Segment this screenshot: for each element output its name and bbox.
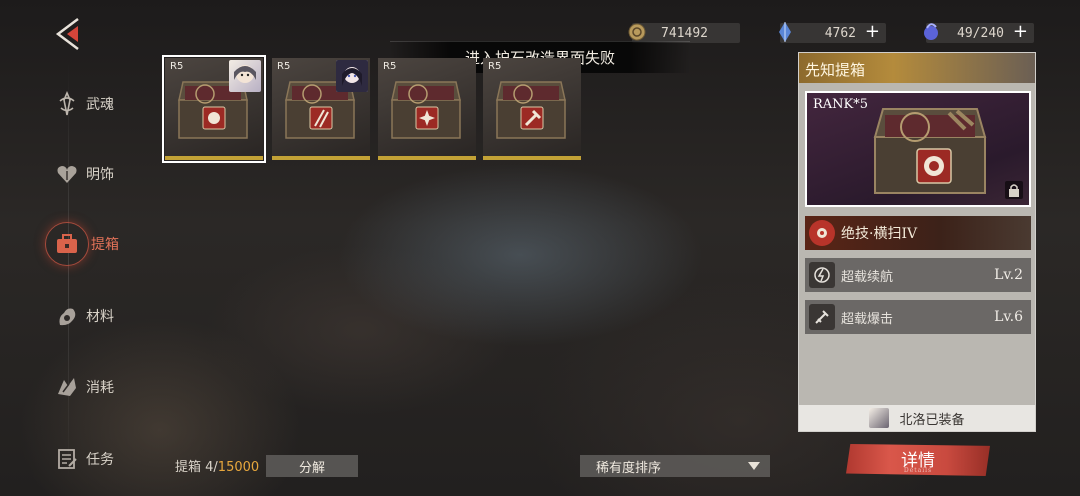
skill-name: 超载爆击 <box>841 311 894 327</box>
chest-detail-panel: 先知提箱 RANK*5 绝技·横扫IV 超载续航 Lv.2 超载爆击 Lv.6 … <box>798 52 1036 432</box>
chest-card[interactable]: R5 <box>483 58 581 160</box>
equipped-character-avatar <box>869 408 890 428</box>
skill-level: Lv.6 <box>994 309 1023 325</box>
add-stamina-button[interactable]: + <box>1013 21 1028 42</box>
nav-item-warsoul[interactable]: 武魂 <box>50 82 140 126</box>
sort-dropdown[interactable]: 稀有度排序 <box>580 455 770 477</box>
nav-label: 任务 <box>86 452 114 468</box>
case-count-max: 15000 <box>217 460 260 475</box>
equipped-character-avatar <box>229 60 261 92</box>
chest-rank: R5 <box>488 61 502 72</box>
case-icon <box>45 222 89 266</box>
lock-icon[interactable] <box>1005 181 1023 199</box>
case-count-label: 提箱 4/ <box>175 460 218 475</box>
main-skill-row[interactable]: 绝技·横扫IV <box>805 216 1031 250</box>
skill-name: 超载续航 <box>841 269 894 285</box>
equipped-character-avatar <box>336 60 368 92</box>
stamina-counter: 49/240 + <box>924 21 1034 43</box>
crystal-icon <box>772 19 798 45</box>
equipped-label: 北洛已装备 <box>899 412 965 428</box>
equipped-status: 北洛已装备 <box>799 405 1035 431</box>
stamina-icon <box>918 19 944 45</box>
decompose-button[interactable]: 分解 <box>266 455 358 477</box>
back-arrow-icon <box>55 18 79 50</box>
chest-rank: R5 <box>170 61 184 72</box>
nav-item-case[interactable]: 提箱 <box>45 222 140 266</box>
heart-ornament-icon <box>50 157 84 191</box>
detail-chest-image: RANK*5 <box>805 91 1031 207</box>
nav-label: 武魂 <box>86 97 114 113</box>
nav-item-ornament[interactable]: 明饰 <box>50 152 140 196</box>
fist-icon <box>809 220 835 246</box>
chest-card[interactable]: R5 <box>378 58 476 160</box>
chest-rank: R5 <box>277 61 291 72</box>
nav-label: 提箱 <box>91 237 119 253</box>
gold-counter: 741492 <box>628 23 740 43</box>
nav-item-task[interactable]: 任务 <box>50 437 140 481</box>
nav-label: 明饰 <box>86 167 114 183</box>
chest-image <box>496 81 566 139</box>
skill-row[interactable]: 超载爆击 Lv.6 <box>805 300 1031 334</box>
skill-level: Lv.2 <box>994 267 1023 283</box>
detail-rank: RANK*5 <box>813 97 869 112</box>
endurance-skill-icon <box>809 262 835 288</box>
details-sublabel: Details <box>903 467 933 474</box>
burst-skill-icon <box>809 304 835 330</box>
nav-label: 材料 <box>86 309 114 325</box>
chevron-down-icon <box>748 462 760 470</box>
material-icon <box>50 299 84 333</box>
chest-image <box>873 108 987 194</box>
warsoul-icon <box>50 87 84 121</box>
chest-image <box>391 81 461 139</box>
gold-value: 741492 <box>661 25 708 41</box>
details-button[interactable]: 详情 Details <box>846 444 990 476</box>
case-count: 提箱 4/15000 <box>175 456 259 475</box>
main-skill-name: 绝技·横扫IV <box>841 226 918 242</box>
stamina-value: 49/240 <box>957 25 1004 41</box>
crystal-counter: 4762 + <box>779 21 886 43</box>
skill-row[interactable]: 超载续航 Lv.2 <box>805 258 1031 292</box>
sort-label: 稀有度排序 <box>596 460 662 476</box>
task-icon <box>50 442 84 476</box>
nav-item-consumable[interactable]: 消耗 <box>50 365 140 409</box>
consumable-icon <box>50 370 84 404</box>
nav-item-material[interactable]: 材料 <box>50 294 140 338</box>
chest-rank: R5 <box>383 61 397 72</box>
crystal-value: 4762 <box>824 25 856 41</box>
chest-card[interactable]: R5 <box>162 55 266 163</box>
add-crystal-button[interactable]: + <box>865 21 880 42</box>
detail-title: 先知提箱 <box>799 53 1035 83</box>
nav-label: 消耗 <box>86 380 114 396</box>
chest-card[interactable]: R5 <box>272 58 370 160</box>
back-button[interactable] <box>52 16 86 52</box>
